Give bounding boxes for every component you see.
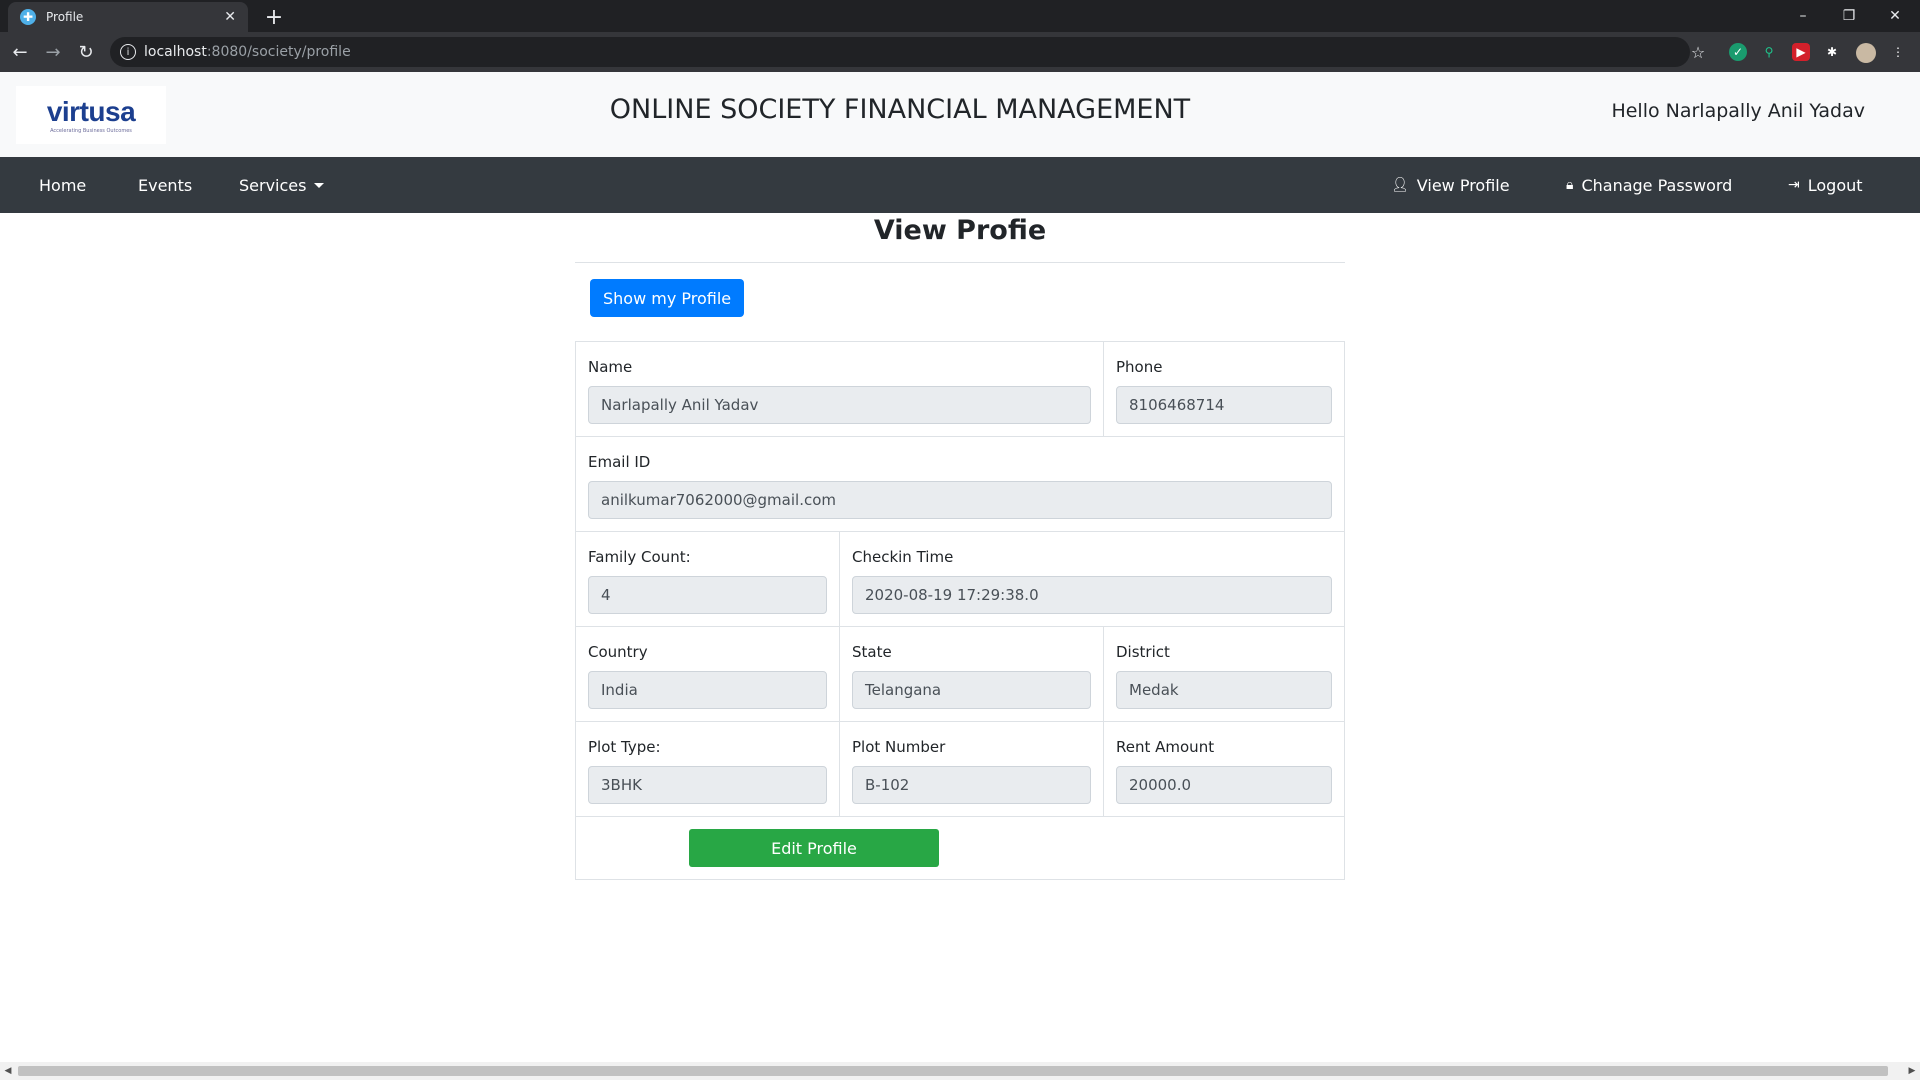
nav-home[interactable]: Home bbox=[39, 157, 86, 213]
checkin-time-label: Checkin Time bbox=[852, 548, 954, 566]
browser-tab[interactable]: ✚ Profile ✕ bbox=[8, 2, 248, 32]
browser-tabstrip: ✚ Profile ✕ + – ❐ ✕ bbox=[0, 0, 1920, 32]
logo-tagline: Accelerating Business Outcomes bbox=[50, 128, 132, 134]
nav-services-label: Services bbox=[239, 175, 307, 195]
state-cell: State Telangana bbox=[840, 627, 1104, 721]
country-field[interactable]: India bbox=[588, 671, 827, 709]
back-arrow-icon[interactable]: ← bbox=[4, 32, 36, 72]
minimize-button[interactable]: – bbox=[1780, 0, 1826, 32]
puzzle-extension-icon[interactable]: ✱ bbox=[1823, 43, 1841, 61]
address-bar[interactable]: i localhost:8080/society/profile bbox=[110, 37, 1690, 67]
tab-title: Profile bbox=[46, 10, 84, 24]
rent-amount-field[interactable]: 20000.0 bbox=[1116, 766, 1332, 804]
nav-view-profile-label: View Profile bbox=[1416, 175, 1510, 195]
name-field[interactable]: Narlapally Anil Yadav bbox=[588, 386, 1091, 424]
horizontal-scrollbar[interactable]: ◀ ▶ bbox=[0, 1062, 1920, 1080]
scroll-left-icon[interactable]: ◀ bbox=[0, 1062, 16, 1080]
new-tab-button[interactable]: + bbox=[260, 3, 288, 31]
edit-profile-button[interactable]: Edit Profile bbox=[689, 829, 939, 867]
nav-change-password[interactable]: 🔒︎ Chanage Password bbox=[1566, 157, 1732, 213]
close-window-button[interactable]: ✕ bbox=[1872, 0, 1918, 32]
nav-change-password-label: Chanage Password bbox=[1581, 175, 1733, 195]
district-cell: District Medak bbox=[1104, 627, 1344, 721]
bookmark-star-icon[interactable]: ☆ bbox=[1688, 32, 1708, 72]
scroll-right-icon[interactable]: ▶ bbox=[1904, 1062, 1920, 1080]
lock-icon: 🔒︎ bbox=[1566, 177, 1574, 193]
email-field[interactable]: anilkumar7062000@gmail.com bbox=[588, 481, 1332, 519]
family-count-label: Family Count: bbox=[588, 548, 691, 566]
state-field[interactable]: Telangana bbox=[852, 671, 1091, 709]
url-path: :8080/society/profile bbox=[206, 44, 351, 60]
rent-amount-label: Rent Amount bbox=[1116, 738, 1215, 756]
phone-field[interactable]: 8106468714 bbox=[1116, 386, 1332, 424]
plot-number-field[interactable]: B-102 bbox=[852, 766, 1091, 804]
checkin-cell: Checkin Time 2020-08-19 17:29:38.0 bbox=[840, 532, 1344, 626]
site-header: virtusa Accelerating Business Outcomes O… bbox=[0, 72, 1920, 157]
sign-out-icon: ⇥ bbox=[1788, 177, 1800, 193]
scrollbar-thumb[interactable] bbox=[18, 1066, 1888, 1076]
country-label: Country bbox=[588, 643, 648, 661]
family-cell: Family Count: 4 bbox=[576, 532, 840, 626]
site-info-icon[interactable]: i bbox=[120, 44, 136, 60]
user-icon: 👤︎ bbox=[1391, 177, 1409, 193]
checkin-time-field[interactable]: 2020-08-19 17:29:38.0 bbox=[852, 576, 1332, 614]
plot-type-label: Plot Type: bbox=[588, 738, 661, 756]
email-label: Email ID bbox=[588, 453, 651, 471]
favicon-icon: ✚ bbox=[20, 9, 36, 25]
restore-button[interactable]: ❐ bbox=[1826, 0, 1872, 32]
caret-down-icon bbox=[314, 182, 325, 188]
nav-events[interactable]: Events bbox=[138, 157, 192, 213]
url-host: localhost bbox=[144, 44, 207, 60]
phone-label: Phone bbox=[1116, 358, 1163, 376]
browser-toolbar: ← → ↻ i localhost:8080/society/profile bbox=[0, 32, 1920, 72]
plot-number-cell: Plot Number B-102 bbox=[840, 722, 1104, 816]
plot-type-cell: Plot Type: 3BHK bbox=[576, 722, 840, 816]
show-profile-button[interactable]: Show my Profile bbox=[590, 279, 745, 317]
rent-cell: Rent Amount 20000.0 bbox=[1104, 722, 1344, 816]
email-cell: Email ID anilkumar7062000@gmail.com bbox=[576, 437, 1344, 531]
state-label: State bbox=[852, 643, 892, 661]
phone-cell: Phone 8106468714 bbox=[1104, 342, 1344, 436]
nav-view-profile[interactable]: 👤︎ View Profile bbox=[1391, 157, 1510, 213]
page-title: View Profie bbox=[575, 213, 1345, 263]
red-extension-icon[interactable]: ▶ bbox=[1792, 43, 1810, 61]
site-title: ONLINE SOCIETY FINANCIAL MANAGEMENT bbox=[609, 94, 1191, 125]
nav-services[interactable]: Services bbox=[239, 157, 325, 213]
form-row: Country India State Telangana District M… bbox=[576, 627, 1344, 722]
name-label: Name bbox=[588, 358, 633, 376]
district-label: District bbox=[1116, 643, 1170, 661]
form-row: Family Count: 4 Checkin Time 2020-08-19 … bbox=[576, 532, 1344, 627]
form-row: Email ID anilkumar7062000@gmail.com bbox=[576, 437, 1344, 532]
form-row: Name Narlapally Anil Yadav Phone 8106468… bbox=[576, 342, 1344, 437]
profile-avatar[interactable] bbox=[1856, 43, 1876, 63]
plot-type-field[interactable]: 3BHK bbox=[588, 766, 827, 804]
browser-menu-icon[interactable]: ⋮ bbox=[1889, 43, 1907, 61]
nav-logout[interactable]: ⇥ Logout bbox=[1788, 157, 1863, 213]
key-extension-icon[interactable]: ⚲ bbox=[1760, 43, 1778, 61]
tab-close-icon[interactable]: ✕ bbox=[224, 9, 236, 25]
form-actions-row: Edit Profile bbox=[576, 817, 1344, 879]
forward-arrow-icon[interactable]: → bbox=[37, 32, 69, 72]
profile-content: View Profie Show my Profile Name Narlapa… bbox=[575, 213, 1345, 880]
reload-icon[interactable]: ↻ bbox=[70, 32, 102, 72]
name-cell: Name Narlapally Anil Yadav bbox=[576, 342, 1104, 436]
main-navbar: Home Events Services 👤︎ View Profile 🔒︎ … bbox=[0, 157, 1920, 213]
form-row: Plot Type: 3BHK Plot Number B-102 Rent A… bbox=[576, 722, 1344, 817]
district-field[interactable]: Medak bbox=[1116, 671, 1332, 709]
country-cell: Country India bbox=[576, 627, 840, 721]
nav-logout-label: Logout bbox=[1807, 175, 1863, 195]
page: virtusa Accelerating Business Outcomes O… bbox=[0, 72, 1920, 1062]
family-count-field[interactable]: 4 bbox=[588, 576, 827, 614]
greeting: Hello Narlapally Anil Yadav bbox=[1611, 100, 1865, 122]
shield-extension-icon[interactable]: ✓ bbox=[1729, 43, 1747, 61]
plot-number-label: Plot Number bbox=[852, 738, 946, 756]
profile-form: Name Narlapally Anil Yadav Phone 8106468… bbox=[575, 341, 1345, 880]
